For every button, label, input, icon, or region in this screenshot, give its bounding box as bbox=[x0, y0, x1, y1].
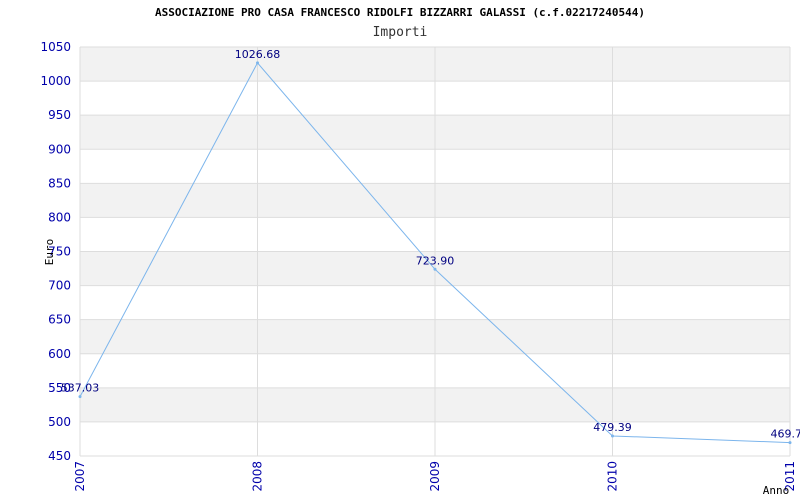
data-point bbox=[788, 441, 792, 445]
data-point bbox=[78, 395, 82, 399]
data-label: 537.03 bbox=[61, 382, 100, 395]
y-tick-label: 950 bbox=[48, 108, 71, 122]
data-label: 469.7 bbox=[771, 428, 800, 441]
y-tick-label: 850 bbox=[48, 176, 71, 190]
data-point bbox=[433, 267, 437, 271]
line-chart: 4505005506006507007508008509009501000105… bbox=[40, 40, 800, 497]
y-tick-label: 1000 bbox=[40, 74, 71, 88]
data-label: 723.90 bbox=[416, 254, 455, 267]
y-tick-label: 700 bbox=[48, 279, 71, 293]
y-tick-label: 500 bbox=[48, 415, 71, 429]
x-tick-label: 2010 bbox=[606, 461, 620, 492]
y-tick-label: 650 bbox=[48, 313, 71, 327]
y-tick-label: 450 bbox=[48, 449, 71, 463]
x-tick-label: 2007 bbox=[73, 461, 87, 492]
data-labels: 537.03 1026.68 723.90 479.39 469.7 bbox=[61, 48, 800, 441]
data-point bbox=[256, 61, 259, 65]
x-axis-label: Anno bbox=[763, 484, 790, 497]
x-axis-ticks: 2007 2008 2009 2010 2011 bbox=[73, 461, 797, 492]
x-tick-label: 2008 bbox=[251, 461, 265, 492]
data-point bbox=[611, 434, 614, 438]
x-tick-label: 2009 bbox=[428, 461, 442, 492]
data-label: 1026.68 bbox=[235, 48, 281, 61]
y-tick-label: 800 bbox=[48, 210, 71, 224]
y-tick-label: 900 bbox=[48, 142, 71, 156]
y-axis-label: Euro bbox=[43, 239, 56, 266]
y-tick-label: 1050 bbox=[40, 40, 71, 54]
y-tick-label: 600 bbox=[48, 347, 71, 361]
data-label: 479.39 bbox=[593, 421, 632, 434]
